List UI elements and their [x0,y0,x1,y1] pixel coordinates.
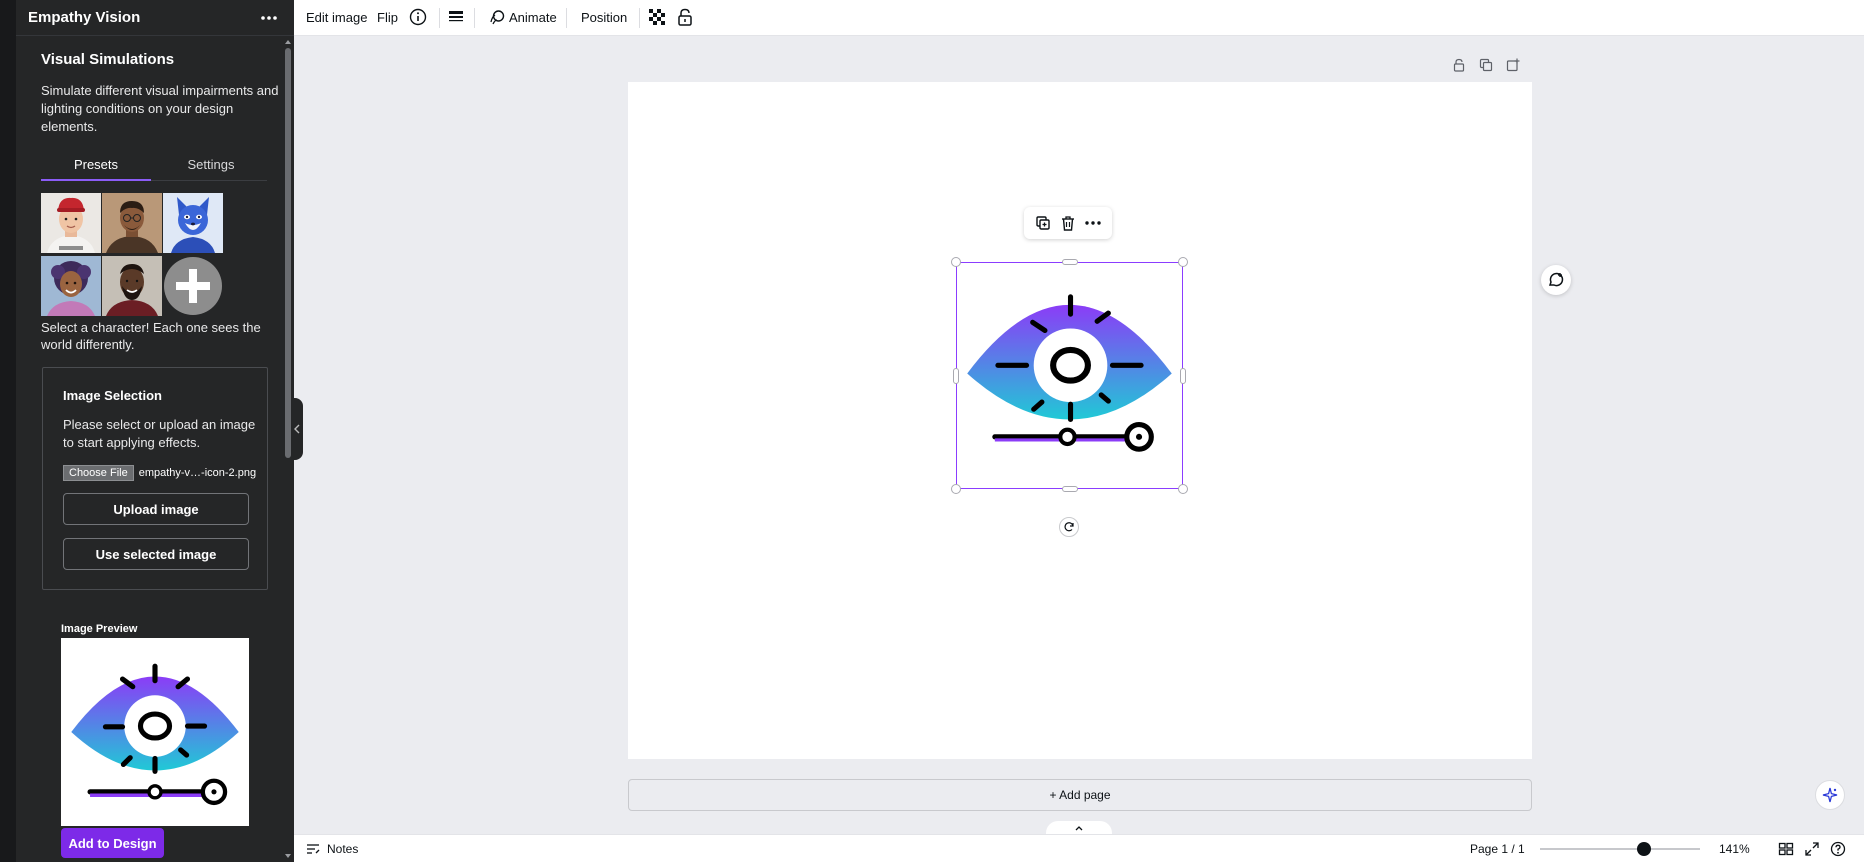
toolbar-divider [566,8,567,28]
resize-handle-bottom-right[interactable] [1178,484,1188,494]
character-select-hint: Select a character! Each one sees the wo… [41,320,261,352]
comment-icon [1547,271,1565,289]
character-grid [41,193,223,317]
character-avatar-4[interactable] [41,256,101,316]
show-pages-button[interactable] [1046,821,1112,835]
scroll-down-arrow[interactable] [285,854,291,858]
magic-assistant-icon [1822,787,1838,803]
trash-icon[interactable] [1060,215,1076,231]
page-actions [1452,58,1520,74]
grid-view-icon[interactable] [1778,841,1794,857]
toolbar-divider [474,8,475,28]
notes-button[interactable]: Notes [306,835,358,862]
add-character-button[interactable] [163,256,223,316]
resize-handle-right[interactable] [1180,368,1186,384]
collapse-panel-button[interactable] [291,398,303,460]
image-preview-label: Image Preview [61,623,138,635]
resize-handle-top-right[interactable] [1178,257,1188,267]
character-avatar-2[interactable] [102,193,162,253]
resize-handle-top[interactable] [1062,259,1078,265]
scrollbar-thumb[interactable] [285,48,291,458]
top-toolbar: Edit image Flip Animate Position [294,0,1864,36]
resize-handle-bottom[interactable] [1062,486,1078,492]
transparency-button[interactable] [649,0,665,34]
position-button[interactable]: Position [581,0,627,34]
flip-button[interactable]: Flip [377,0,398,34]
animate-label: Animate [509,9,557,25]
more-horizontal-icon[interactable] [1085,221,1102,225]
more-horizontal-icon [261,16,277,20]
chevron-left-icon [294,424,300,434]
image-preview [61,638,249,826]
panel-more-button[interactable] [256,8,282,28]
add-to-design-button[interactable]: Add to Design [61,828,164,858]
panel-header: Empathy Vision [16,0,294,36]
app-edge-strip [0,0,16,862]
toolbar-divider [639,8,640,28]
info-button[interactable] [409,0,427,34]
add-comment-button[interactable] [1541,265,1571,295]
notes-icon [306,843,320,855]
page-indicator[interactable]: Page 1 / 1 [1470,842,1525,856]
rotate-handle[interactable] [1059,517,1079,537]
transparency-icon [649,9,665,25]
edit-image-button[interactable]: Edit image [306,0,367,34]
section-title: Visual Simulations [41,51,175,68]
image-selection-box: Image Selection Please select or upload … [42,367,268,590]
lock-page-icon[interactable] [1452,58,1466,74]
section-description: Simulate different visual impairments an… [41,83,279,134]
magic-assistant-button[interactable] [1815,780,1845,810]
tab-settings[interactable]: Settings [156,157,266,181]
app-panel: Empathy Vision Visual Simulations Simula… [16,0,294,862]
character-avatar-5[interactable] [102,256,162,316]
add-page-button[interactable]: + Add page [628,779,1532,811]
notes-label: Notes [327,842,359,856]
use-selected-image-button[interactable]: Use selected image [63,538,249,570]
fullscreen-icon[interactable] [1804,841,1820,857]
eye-preview-graphic [71,663,239,806]
add-page-icon[interactable] [1506,58,1520,74]
animate-button[interactable]: Animate [489,0,557,34]
zoom-percentage[interactable]: 141% [1719,842,1750,856]
line-weight-icon [447,9,465,25]
selected-file-name: empathy-v…-icon-2.png [138,467,257,479]
rotate-icon [1063,521,1075,533]
duplicate-page-icon[interactable] [1479,58,1493,74]
resize-handle-bottom-left[interactable] [951,484,961,494]
info-icon [409,8,427,26]
lock-icon [677,8,693,26]
resize-handle-top-left[interactable] [951,257,961,267]
help-icon[interactable] [1830,841,1846,857]
toolbar-divider [439,8,440,28]
tab-presets[interactable]: Presets [41,157,151,181]
eye-graphic [967,294,1172,452]
choose-file-button[interactable]: Choose File [63,465,134,481]
selected-eye-image[interactable] [951,257,1188,494]
zoom-slider[interactable] [1540,848,1700,850]
app-title: Empathy Vision [28,9,141,26]
character-avatar-1[interactable] [41,193,101,253]
animate-icon [489,9,505,25]
zoom-slider-thumb[interactable] [1637,842,1651,856]
chevron-up-icon [1075,825,1083,831]
copy-icon[interactable] [1035,215,1051,231]
lock-button[interactable] [677,0,693,34]
element-context-toolbar [1024,207,1112,239]
resize-handle-left[interactable] [953,368,959,384]
scroll-up-arrow[interactable] [285,40,291,44]
tab-bar: Presets Settings [41,153,267,181]
image-selection-description: Please select or upload an image to star… [63,417,256,450]
upload-image-button[interactable]: Upload image [63,493,249,525]
file-input-row: Choose File empathy-v…-icon-2.png [63,465,256,481]
character-avatar-3[interactable] [163,193,223,253]
image-selection-title: Image Selection [63,388,162,403]
bottom-bar: Notes Page 1 / 1 141% [294,834,1864,862]
border-style-button[interactable] [447,0,465,34]
